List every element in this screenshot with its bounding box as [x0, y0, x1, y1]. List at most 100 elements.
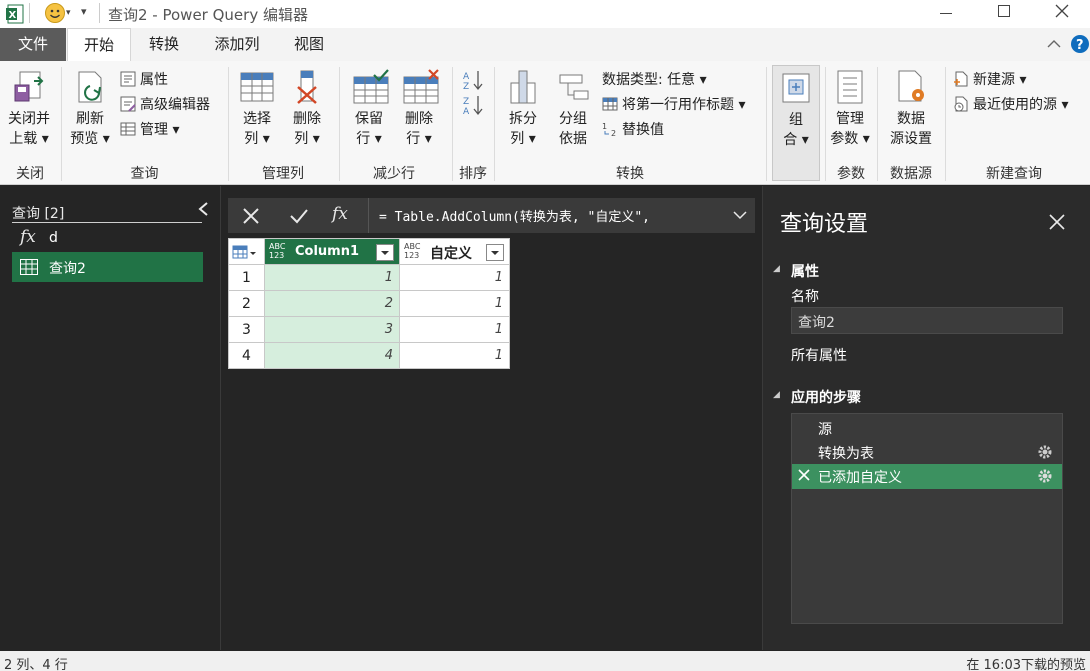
split-column-button[interactable]: 拆分 列 ▾: [500, 69, 546, 149]
group-label-close: 关闭: [16, 166, 44, 182]
combine-button[interactable]: 组 合 ▾: [772, 65, 820, 181]
cell-column1[interactable]: 3: [264, 316, 400, 343]
group-by-button[interactable]: 分组 依据: [550, 69, 596, 149]
step-item[interactable]: 源: [792, 416, 1062, 440]
close-settings-icon[interactable]: [1049, 214, 1065, 230]
collapse-pane-icon[interactable]: [196, 201, 210, 217]
table-headers-icon: [602, 96, 618, 112]
properties-button[interactable]: 属性: [120, 69, 168, 91]
cancel-formula-icon[interactable]: [242, 207, 260, 225]
gear-icon[interactable]: [1037, 468, 1053, 484]
cell-column1[interactable]: 1: [264, 264, 400, 291]
cell-custom[interactable]: 1: [399, 264, 510, 291]
smiley-dropdown-icon[interactable]: ▾: [66, 8, 71, 18]
tab-add-column[interactable]: 添加列: [202, 28, 272, 61]
data-type-dropdown[interactable]: 数据类型: 任意 ▾: [602, 69, 707, 91]
svg-text:A: A: [463, 72, 470, 82]
cell-custom[interactable]: 1: [399, 316, 510, 343]
data-source-settings-button[interactable]: 数据 源设置: [884, 69, 938, 149]
manage-button[interactable]: 管理 ▾: [120, 119, 179, 141]
help-icon[interactable]: ?: [1071, 35, 1089, 53]
cell-custom[interactable]: 1: [399, 290, 510, 317]
gear-icon[interactable]: [1037, 444, 1053, 460]
row-number[interactable]: 3: [228, 316, 265, 343]
recent-sources-button[interactable]: 最近使用的源 ▾: [953, 94, 1068, 116]
delete-step-icon[interactable]: [797, 468, 811, 482]
replace-values-button[interactable]: 1 2 替换值: [602, 119, 664, 141]
formula-input[interactable]: = Table.AddColumn(转换为表, "自定义",: [368, 198, 755, 233]
smiley-feedback-icon[interactable]: [44, 2, 66, 24]
all-properties-link[interactable]: 所有属性: [791, 345, 847, 365]
step-item-selected[interactable]: 已添加自定义: [792, 464, 1062, 489]
collapse-ribbon-icon[interactable]: [1046, 36, 1062, 52]
step-label: 源: [818, 422, 832, 438]
tab-transform[interactable]: 转换: [136, 28, 192, 61]
remove-rows-button[interactable]: 删除 行 ▾: [396, 69, 442, 149]
cell-custom[interactable]: 1: [399, 342, 510, 369]
function-icon[interactable]: fx: [332, 204, 348, 224]
status-row-column-count: 2 列、4 行: [4, 658, 68, 671]
group-label-manage-columns: 管理列: [262, 166, 304, 182]
settings-title: 查询设置: [780, 212, 869, 237]
svg-text:1: 1: [602, 122, 607, 131]
keep-rows-button[interactable]: 保留 行 ▾: [346, 69, 392, 149]
table-row[interactable]: 2 2 1: [228, 290, 510, 317]
remove-columns-icon: [290, 69, 324, 105]
filter-dropdown-icon[interactable]: [486, 244, 504, 261]
ribbon-tabs: 文件 开始 转换 添加列 视图 ?: [0, 28, 1090, 62]
queries-divider: [12, 222, 202, 223]
advanced-editor-button[interactable]: 高级编辑器: [120, 94, 210, 116]
row-number[interactable]: 4: [228, 342, 265, 369]
sort-ascending-icon[interactable]: AZ: [463, 69, 483, 91]
group-label-new-query: 新建查询: [986, 166, 1042, 182]
use-first-row-as-headers-button[interactable]: 将第一行用作标题 ▾: [602, 94, 745, 116]
parameters-icon: [833, 69, 867, 105]
svg-text:A: A: [463, 107, 470, 116]
cell-column1[interactable]: 2: [264, 290, 400, 317]
collapse-triangle-icon[interactable]: ◢: [773, 390, 780, 400]
type-any-icon: ABC 123: [269, 242, 286, 260]
table-row[interactable]: 4 4 1: [228, 342, 510, 369]
query-item-d[interactable]: fx d: [12, 227, 202, 251]
new-source-button[interactable]: 新建源 ▾: [953, 69, 1026, 91]
remove-columns-button[interactable]: 删除 列 ▾: [284, 69, 330, 149]
close-window-button[interactable]: [1054, 3, 1070, 19]
row-number[interactable]: 2: [228, 290, 265, 317]
column-header-custom[interactable]: ABC 123 自定义: [399, 238, 510, 265]
expand-formula-icon[interactable]: [733, 209, 747, 221]
cell-column1[interactable]: 4: [264, 342, 400, 369]
query-item-query2[interactable]: 查询2: [12, 252, 203, 282]
replace-values-icon: 12: [602, 121, 618, 137]
commit-formula-icon[interactable]: [289, 207, 309, 225]
manage-parameters-button[interactable]: 管理 参数 ▾: [828, 69, 872, 149]
collapse-triangle-icon[interactable]: ◢: [773, 264, 780, 274]
type-any-icon: ABC 123: [404, 242, 421, 260]
maximize-button[interactable]: [998, 5, 1010, 17]
queries-header: 查询 [2]: [12, 206, 65, 222]
step-item[interactable]: 转换为表: [792, 440, 1062, 464]
group-label-transform: 转换: [616, 166, 644, 182]
formula-bar: fx = Table.AddColumn(转换为表, "自定义",: [228, 198, 755, 233]
quick-access-customize-icon[interactable]: ▾: [81, 5, 87, 18]
column-header-column1[interactable]: ABC 123 Column1: [264, 238, 400, 265]
query-name-input[interactable]: 查询2: [791, 307, 1063, 334]
table-row[interactable]: 3 3 1: [228, 316, 510, 343]
close-and-load-button[interactable]: 关闭并 上载 ▾: [2, 69, 56, 149]
minimize-button[interactable]: [940, 13, 952, 14]
choose-columns-button[interactable]: 选择 列 ▾: [234, 69, 280, 149]
row-number[interactable]: 1: [228, 264, 265, 291]
manage-icon: [120, 121, 136, 137]
applied-steps-header: 应用的步骤: [791, 390, 861, 406]
sort-descending-icon[interactable]: ZA: [463, 94, 483, 116]
tab-file[interactable]: 文件: [0, 28, 66, 61]
refresh-preview-button[interactable]: 刷新 预览 ▾: [66, 69, 114, 149]
table-menu-button[interactable]: [228, 238, 265, 265]
name-label: 名称: [791, 289, 819, 305]
status-bar: 2 列、4 行 在 16:03下载的预览: [0, 651, 1090, 671]
svg-text:X: X: [9, 10, 17, 21]
tab-home[interactable]: 开始: [67, 28, 131, 62]
filter-dropdown-icon[interactable]: [376, 244, 394, 261]
status-preview-time: 在 16:03下载的预览: [966, 658, 1086, 671]
table-row[interactable]: 1 1 1: [228, 264, 510, 291]
tab-view[interactable]: 视图: [282, 28, 336, 61]
